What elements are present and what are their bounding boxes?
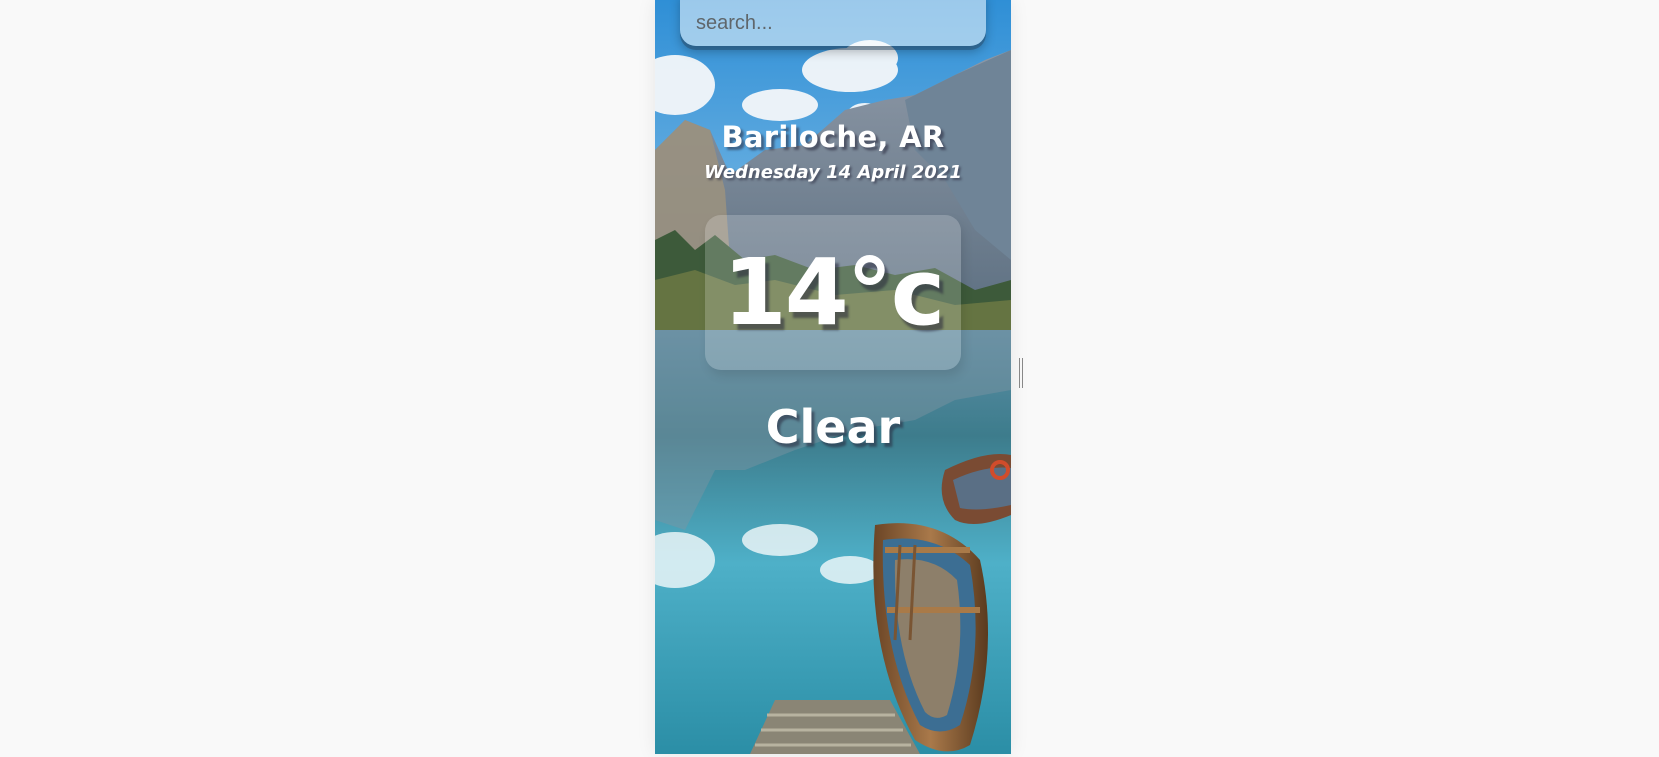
temperature-value: 14°c — [722, 238, 946, 346]
search-input[interactable] — [680, 0, 986, 46]
current-date: Wednesday 14 April 2021 — [704, 162, 962, 183]
resize-handle-line — [1019, 358, 1020, 388]
panel-resize-handle[interactable] — [1019, 358, 1025, 388]
temperature-card: 14°c — [705, 215, 961, 370]
location-name: Bariloche, AR — [721, 120, 945, 154]
search-box — [680, 0, 986, 46]
resize-handle-line — [1022, 358, 1023, 388]
weather-app-frame: Bariloche, AR Wednesday 14 April 2021 14… — [655, 0, 1011, 754]
weather-condition: Clear — [765, 400, 901, 454]
